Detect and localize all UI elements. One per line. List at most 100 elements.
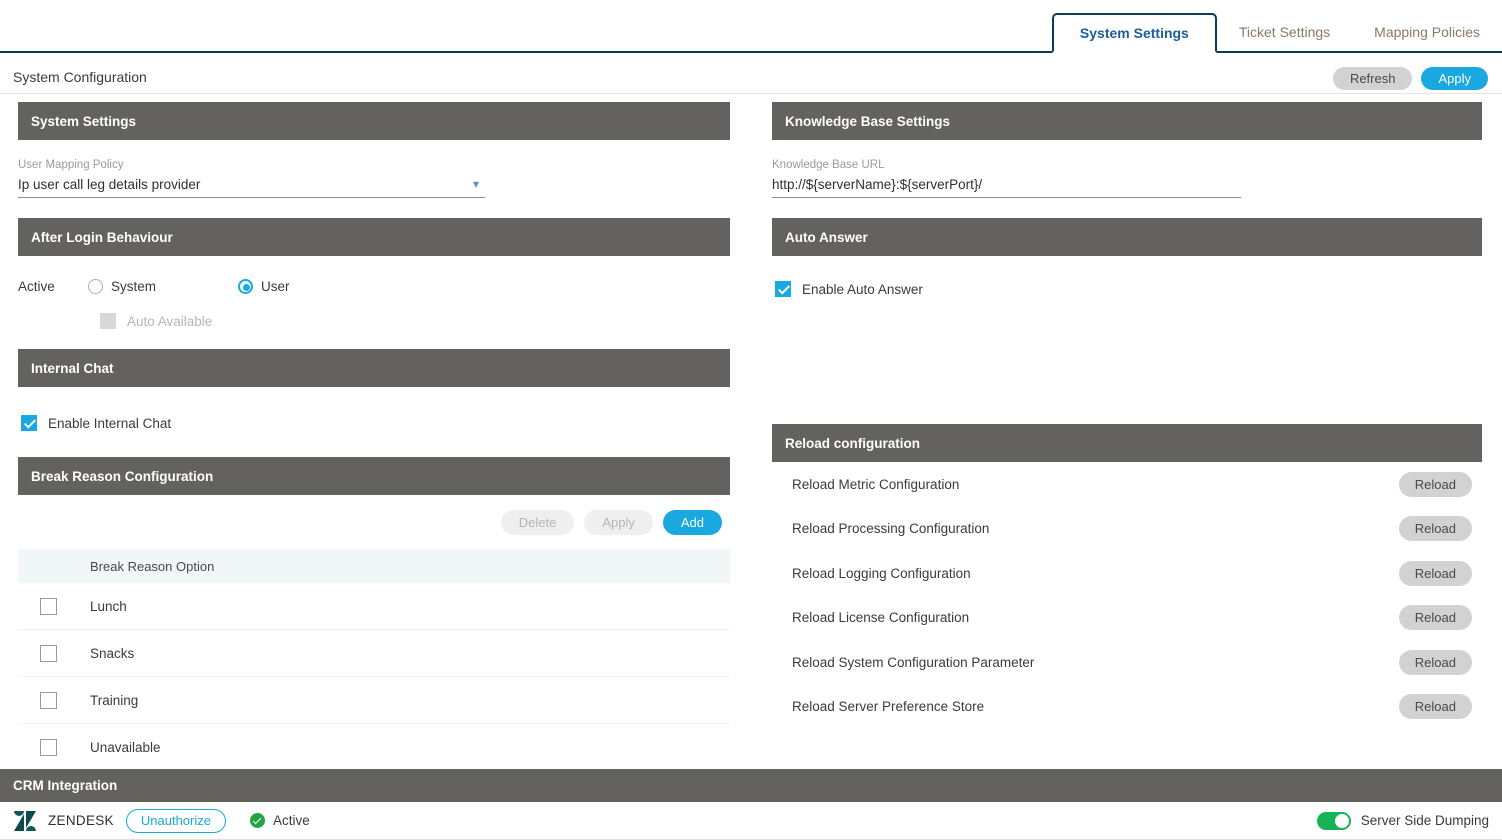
break-reason-table: Break Reason Option Lunch Snacks Trainin… xyxy=(18,549,730,771)
enable-auto-answer-row[interactable]: Enable Auto Answer xyxy=(772,281,1482,297)
radio-option-system[interactable]: System xyxy=(88,278,157,294)
row-select-cell[interactable] xyxy=(18,644,90,662)
reload-row: Reload Metric Configuration Reload xyxy=(772,462,1482,507)
section-header-break-reason-configuration: Break Reason Configuration xyxy=(18,457,730,495)
break-reason-actions: Delete Apply Add xyxy=(18,510,730,535)
page-header-actions: Refresh Apply xyxy=(1332,67,1488,90)
reload-item-label: Reload Processing Configuration xyxy=(792,521,990,537)
auto-available-checkbox[interactable] xyxy=(100,313,116,329)
row-checkbox[interactable] xyxy=(40,597,57,615)
table-row[interactable]: Snacks xyxy=(18,630,730,677)
enable-auto-answer-checkbox[interactable] xyxy=(775,281,791,297)
reload-processing-configuration-button[interactable]: Reload xyxy=(1398,516,1472,542)
row-break-reason-name: Lunch xyxy=(90,598,127,614)
left-column: System Settings User Mapping Policy Ip u… xyxy=(18,102,730,771)
tab-ticket-settings[interactable]: Ticket Settings xyxy=(1217,13,1352,51)
row-break-reason-name: Training xyxy=(90,692,139,708)
section-header-after-login-behaviour: After Login Behaviour xyxy=(18,218,730,256)
knowledge-base-url-value: http://${serverName}:${serverPort}/ xyxy=(772,176,983,192)
radio-user-label: User xyxy=(261,278,290,294)
reload-item-label: Reload Server Preference Store xyxy=(792,699,985,715)
crm-status-label: Active xyxy=(272,813,310,828)
user-mapping-policy-select[interactable]: Ip user call leg details provider ▾ xyxy=(18,171,485,198)
refresh-button[interactable]: Refresh xyxy=(1332,67,1413,90)
check-circle-icon xyxy=(249,813,265,828)
reload-license-configuration-button[interactable]: Reload xyxy=(1398,605,1472,631)
server-side-dumping-control: Server Side Dumping xyxy=(1316,811,1489,830)
auto-available-label: Auto Available xyxy=(127,313,213,329)
table-header-row: Break Reason Option xyxy=(18,549,730,583)
tab-bar: System Settings Ticket Settings Mapping … xyxy=(0,0,1502,53)
section-title: Break Reason Configuration xyxy=(31,468,214,484)
reload-item-label: Reload License Configuration xyxy=(792,610,970,626)
user-mapping-policy-label: User Mapping Policy xyxy=(18,159,124,171)
knowledge-base-url-field[interactable]: http://${serverName}:${serverPort}/ xyxy=(772,171,1241,198)
section-header-knowledge-base-settings: Knowledge Base Settings xyxy=(772,102,1482,140)
reload-item-label: Reload System Configuration Parameter xyxy=(792,654,1035,670)
reload-metric-configuration-button[interactable]: Reload xyxy=(1398,471,1472,497)
reload-row: Reload Logging Configuration Reload xyxy=(772,551,1482,596)
reload-row: Reload System Configuration Parameter Re… xyxy=(772,640,1482,685)
row-select-cell[interactable] xyxy=(18,691,90,709)
right-column: Knowledge Base Settings Knowledge Base U… xyxy=(772,102,1482,729)
row-checkbox[interactable] xyxy=(40,739,57,756)
row-select-cell[interactable] xyxy=(18,739,90,756)
radio-user-icon xyxy=(238,278,254,294)
enable-internal-chat-label: Enable Internal Chat xyxy=(48,415,172,431)
row-break-reason-name: Unavailable xyxy=(90,740,161,755)
row-break-reason-name: Snacks xyxy=(90,645,135,661)
tab-mapping-policies[interactable]: Mapping Policies xyxy=(1352,13,1502,51)
user-mapping-policy-value: Ip user call leg details provider xyxy=(18,176,201,192)
reload-row: Reload Processing Configuration Reload xyxy=(772,507,1482,552)
zendesk-logo-icon xyxy=(14,810,36,831)
chevron-down-icon: ▾ xyxy=(472,177,479,191)
enable-auto-answer-label: Enable Auto Answer xyxy=(802,281,923,297)
reload-row: Reload Server Preference Store Reload xyxy=(772,685,1482,730)
reload-row: Reload License Configuration Reload xyxy=(772,596,1482,641)
reload-logging-configuration-button[interactable]: Reload xyxy=(1398,560,1472,586)
section-header-system-settings: System Settings xyxy=(18,102,730,140)
table-row[interactable]: Training xyxy=(18,677,730,724)
apply-button[interactable]: Apply xyxy=(1421,67,1488,90)
table-row[interactable]: Unavailable xyxy=(18,724,730,771)
section-title: CRM Integration xyxy=(13,778,118,793)
break-reason-apply-button[interactable]: Apply xyxy=(584,510,653,535)
break-reason-delete-button[interactable]: Delete xyxy=(500,510,575,535)
crm-provider-name: ZENDESK xyxy=(48,813,114,828)
reload-system-configuration-parameter-button[interactable]: Reload xyxy=(1398,649,1472,675)
after-login-radio-group: Active System User xyxy=(18,275,730,297)
server-side-dumping-toggle[interactable] xyxy=(1316,811,1351,830)
server-side-dumping-label: Server Side Dumping xyxy=(1360,813,1489,828)
radio-system-icon xyxy=(88,278,103,294)
page-header: System Configuration Refresh Apply xyxy=(0,53,1502,94)
enable-internal-chat-row[interactable]: Enable Internal Chat xyxy=(18,415,730,431)
knowledge-base-url-label: Knowledge Base URL xyxy=(772,159,885,171)
enable-internal-chat-checkbox[interactable] xyxy=(21,415,37,431)
section-header-crm-integration: CRM Integration xyxy=(0,769,1502,802)
section-title: After Login Behaviour xyxy=(31,229,173,245)
radio-system-label: System xyxy=(111,278,157,294)
crm-status: Active xyxy=(249,813,310,828)
crm-integration-body: ZENDESK Unauthorize Active Server Side D… xyxy=(0,802,1502,840)
radio-option-user[interactable]: User xyxy=(238,278,290,294)
auto-available-row[interactable]: Auto Available xyxy=(18,313,730,329)
break-reason-add-button[interactable]: Add xyxy=(662,510,722,535)
section-title: Knowledge Base Settings xyxy=(785,113,951,129)
reload-item-label: Reload Logging Configuration xyxy=(792,565,971,581)
page-title: System Configuration xyxy=(13,69,147,85)
unauthorize-button[interactable]: Unauthorize xyxy=(125,808,226,833)
section-title: Reload configuration xyxy=(785,435,920,451)
section-header-auto-answer: Auto Answer xyxy=(772,218,1482,256)
section-title: Internal Chat xyxy=(31,360,114,376)
section-title: Auto Answer xyxy=(785,229,868,245)
tab-system-settings[interactable]: System Settings xyxy=(1051,13,1217,53)
table-row[interactable]: Lunch xyxy=(18,583,730,630)
row-select-cell[interactable] xyxy=(18,597,90,615)
row-checkbox[interactable] xyxy=(40,644,57,662)
active-label: Active xyxy=(18,278,55,294)
reload-configuration-list: Reload Metric Configuration Reload Reloa… xyxy=(772,462,1482,729)
reload-server-preference-store-button[interactable]: Reload xyxy=(1398,694,1472,720)
row-checkbox[interactable] xyxy=(40,691,57,709)
tab-list: System Settings Ticket Settings Mapping … xyxy=(1051,0,1502,53)
table-header-break-reason-option: Break Reason Option xyxy=(90,558,215,574)
